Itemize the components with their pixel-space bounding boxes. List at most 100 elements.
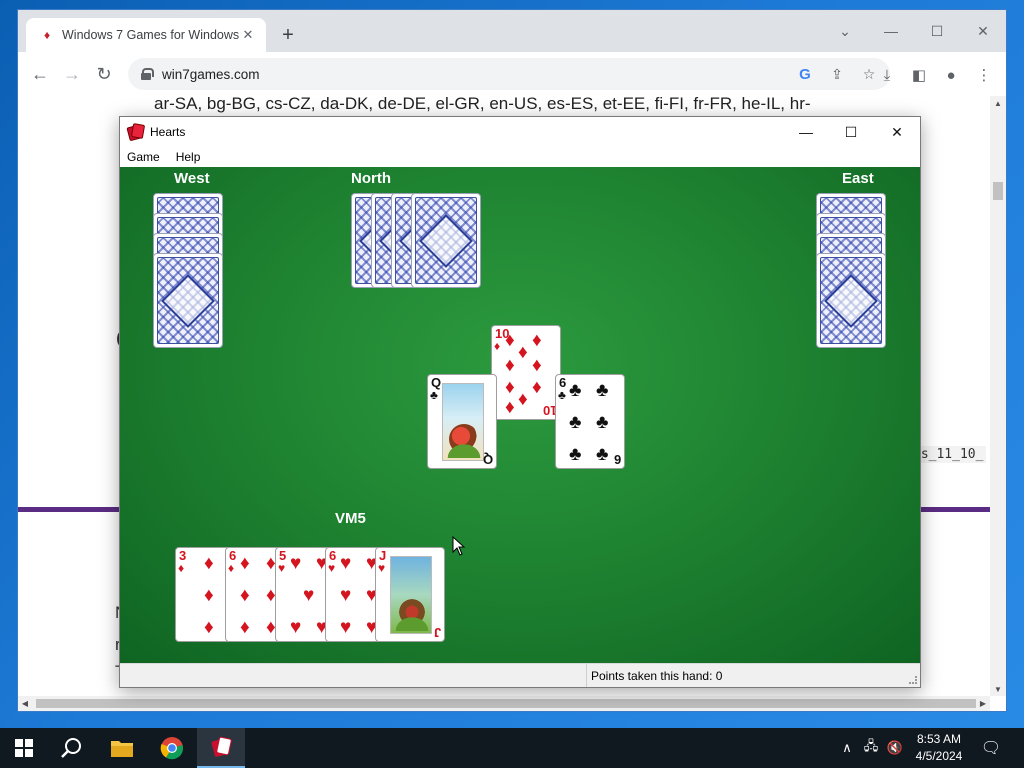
scroll-up-icon[interactable]: ▲ [990, 96, 1006, 110]
folder-icon [111, 741, 133, 757]
diamond-pip-icon: ♦ [505, 397, 515, 418]
card-suit: ♦ [178, 561, 185, 575]
heart-pip-icon: ♥ [340, 553, 352, 574]
card-suit: ♥ [278, 561, 286, 575]
card-rank-bottom: 6 [613, 452, 621, 467]
diamond-pip-icon: ♦ [505, 330, 515, 351]
scroll-right-icon[interactable]: ▶ [976, 696, 990, 711]
menu-kebab-icon[interactable]: ⋮ [973, 64, 995, 86]
volume-muted-icon[interactable]: 🔇 [886, 739, 904, 757]
download-icon[interactable]: ⤓ [876, 64, 898, 86]
tab-search-button[interactable]: ⌄ [822, 16, 868, 46]
hearts-minimize-button[interactable]: — [783, 117, 829, 147]
maximize-button[interactable]: ☐ [914, 16, 960, 46]
heart-pip-icon: ♥ [303, 585, 315, 606]
hearts-window-title: Hearts [150, 125, 186, 139]
clock-date: 4/5/2024 [915, 749, 963, 763]
browser-tab[interactable]: ♦ Windows 7 Games for Windows 11 and 10 … [26, 18, 266, 52]
menu-game[interactable]: Game [127, 150, 160, 164]
lock-icon[interactable] [140, 68, 154, 80]
tab-strip: ♦ Windows 7 Games for Windows 11 and 10 … [18, 10, 1006, 52]
hearts-app-icon [126, 123, 146, 142]
diamond-pip-icon: ♦ [532, 355, 542, 376]
player-label-west: West [174, 170, 210, 187]
windows-logo-icon [15, 739, 33, 757]
diamond-pip-icon: ♦ [240, 585, 250, 606]
diamond-pip-icon: ♦ [204, 553, 214, 574]
tab-close-icon[interactable]: ✕ [240, 27, 256, 43]
vertical-scrollbar[interactable]: ▲ ▼ [990, 96, 1006, 696]
diamond-pip-icon: ♦ [240, 617, 250, 638]
url-text[interactable]: win7games.com [162, 67, 260, 82]
hand-card-jack-of-hearts[interactable]: J ♥ J [375, 547, 445, 642]
jack-face-art [390, 556, 432, 634]
diamond-pip-icon: ♦ [505, 355, 515, 376]
trick-card-six-of-clubs: 6 ♣ ♣ ♣ ♣ ♣ ♣ ♣ 6 [555, 374, 625, 469]
minimize-button[interactable]: — [868, 16, 914, 46]
diamond-pip-icon: ♦ [518, 342, 528, 363]
scroll-down-icon[interactable]: ▼ [990, 682, 1006, 696]
reload-icon[interactable]: ↻ [91, 61, 117, 87]
player-label-south: VM5 [335, 510, 366, 527]
diamond-pip-icon: ♦ [532, 377, 542, 398]
diamond-pip-icon: ♦ [505, 377, 515, 398]
hearts-close-button[interactable]: ✕ [874, 117, 920, 147]
card-rank-bottom: J [433, 625, 441, 640]
queen-face-art [442, 383, 484, 461]
card-suit: ♣ [430, 388, 438, 402]
google-translate-icon[interactable]: G [796, 64, 814, 84]
card-suit: ♥ [328, 561, 336, 575]
trick-card-queen-of-clubs: Q ♣ Q [427, 374, 497, 469]
scroll-left-icon[interactable]: ◀ [18, 696, 32, 711]
game-table[interactable]: West North East VM5 10 ♦ ♦ ♦ ♦ ♦ ♦ ♦ ♦ ♦… [120, 167, 920, 663]
card-suit: ♣ [558, 388, 566, 402]
file-explorer-button[interactable] [98, 728, 146, 768]
club-pip-icon: ♣ [569, 380, 582, 401]
code-fragment: ws_11_10_ [910, 446, 987, 463]
browser-toolbar: ← → ↻ win7games.com G ⇪ ☆ ⤓ ◧ ● ⋮ [18, 52, 1006, 96]
west-card-back [153, 253, 223, 348]
hearts-title-bar[interactable]: Hearts — ☐ ✕ [120, 117, 920, 147]
forward-arrow-icon[interactable]: → [59, 61, 85, 87]
menu-help[interactable]: Help [176, 150, 201, 164]
diamond-pip-icon: ♦ [240, 553, 250, 574]
horizontal-scroll-thumb[interactable] [36, 699, 976, 708]
chrome-logo-icon [160, 737, 184, 760]
notifications-icon[interactable]: 🗨 [981, 739, 1001, 757]
hearts-status-bar: Points taken this hand: 0 [120, 663, 920, 687]
share-icon[interactable]: ⇪ [828, 64, 846, 84]
system-clock[interactable]: 8:53 AM 4/5/2024 [906, 731, 972, 765]
card-suit: ♦ [228, 561, 235, 575]
club-pip-icon: ♣ [569, 412, 582, 433]
north-card-back [411, 193, 481, 288]
network-icon[interactable]: 🖧 [862, 738, 880, 757]
hearts-maximize-button[interactable]: ☐ [828, 117, 874, 147]
vertical-scroll-thumb[interactable] [993, 182, 1003, 200]
diamond-pip-icon: ♦ [518, 389, 528, 410]
card-suit: ♥ [378, 561, 386, 575]
back-arrow-icon[interactable]: ← [27, 61, 53, 87]
club-pip-icon: ♣ [596, 444, 609, 465]
hearts-app-icon [211, 736, 232, 757]
hearts-taskbar-button[interactable] [197, 728, 245, 768]
profile-avatar-icon[interactable]: ● [940, 64, 962, 86]
site-favicon-icon: ♦ [43, 28, 51, 42]
heart-pip-icon: ♥ [340, 617, 352, 638]
show-hidden-icons-icon[interactable]: ∧ [838, 739, 856, 757]
heart-pip-icon: ♥ [290, 617, 302, 638]
trick-card-ten-of-diamonds: 10 ♦ ♦ ♦ ♦ ♦ ♦ ♦ ♦ ♦ ♦ 10 [491, 325, 561, 420]
heart-pip-icon: ♥ [290, 553, 302, 574]
resize-grip-icon[interactable] [909, 676, 917, 684]
start-button[interactable] [0, 728, 48, 768]
card-suit: ♦ [494, 339, 501, 353]
new-tab-button[interactable]: + [276, 23, 300, 47]
address-bar[interactable]: win7games.com G ⇪ ☆ [128, 58, 890, 90]
side-panel-icon[interactable]: ◧ [908, 64, 930, 86]
close-button[interactable]: ✕ [960, 16, 1006, 46]
horizontal-scrollbar[interactable]: ◀ ▶ [18, 696, 990, 711]
east-card-back [816, 253, 886, 348]
search-button[interactable] [48, 728, 96, 768]
language-list-text: ar-SA, bg-BG, cs-CZ, da-DK, de-DE, el-GR… [154, 96, 811, 113]
chrome-taskbar-button[interactable] [148, 728, 196, 768]
tab-title: Windows 7 Games for Windows 11 and 10 [62, 28, 240, 42]
